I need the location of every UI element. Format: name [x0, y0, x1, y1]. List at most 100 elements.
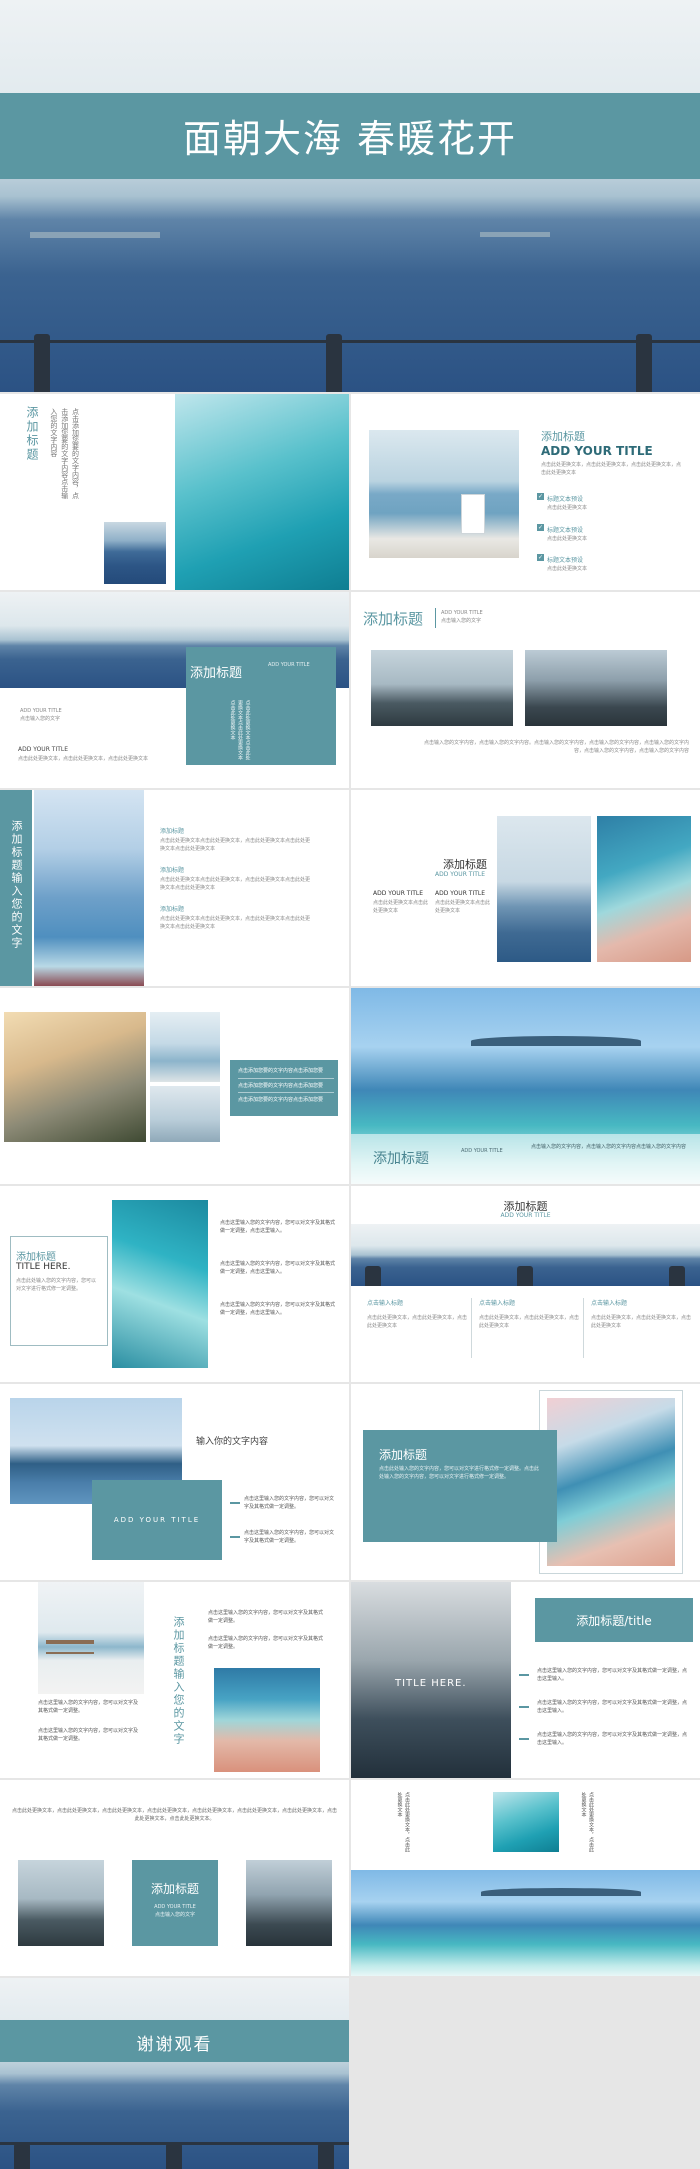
slide-5-sub1: ADD YOUR TITLE	[441, 610, 483, 616]
slide-3-item: ✓ 标题文本预设 点击此处更换文本	[537, 517, 687, 544]
slide-17: 点击此处更换文本，点击此处更换文本 点击此处更换文本，点击此处更换文本	[351, 1780, 700, 1976]
slide-14-vertical-title: 添加标题输入您的文字	[172, 1616, 185, 1746]
slide-7-col1-body: 点击此处更换文本点击此处更换文本	[373, 900, 429, 914]
cover-title: 面朝大海 春暖花开	[182, 117, 518, 161]
railing-post	[318, 2143, 334, 2169]
slide-11-col: 点击输入标题 点击此处更换文本，点击此处更换文本，点击此处更换文本	[591, 1298, 691, 1330]
railing	[0, 340, 700, 343]
slide-3-item-desc: 点击此处更换文本	[547, 566, 588, 572]
slide-9-body: 点击输入您的文字内容，点击输入您的文字内容点击输入您的文字内容	[531, 1144, 687, 1150]
slide-11-col: 点击输入标题 点击此处更换文本，点击此处更换文本，点击此处更换文本	[367, 1298, 467, 1330]
slide-16-photo-right	[246, 1860, 332, 1946]
slide-16-center-box	[132, 1860, 218, 1946]
slide-5-title: 添加标题	[363, 610, 424, 628]
slide-13-body: 点击此处输入您的文字内容，您可以对文字进行格式修一定调整。点击此处输入您的文字内…	[379, 1466, 540, 1480]
horizon-ship-2	[480, 232, 550, 237]
slide-10-list: 点击这里输入您的文字内容，您可以对文字及其格式做一定调整，点击这里输入。 点击这…	[220, 1220, 338, 1317]
slide-10-title-en: TITLE HERE.	[16, 1262, 71, 1272]
slide-5-photo-1	[371, 650, 513, 726]
slide-5-sub2: 点击输入您的文字	[441, 618, 482, 624]
check-icon: ✓	[537, 493, 544, 500]
slide-7-gull-photo	[497, 816, 591, 962]
end-slide: 谢谢观看	[0, 1978, 349, 2169]
slide-3-item: ✓ 标题文本预设 点击此处更换文本	[537, 547, 687, 574]
slide-15-item: 点击这里输入您的文字内容，您可以对文字及其格式做一定调整，点击这里输入。	[537, 1668, 688, 1682]
railing-post	[365, 1266, 381, 1286]
slide-11-sub: ADD YOUR TITLE	[500, 1212, 551, 1219]
slide-10-body: 点击此处输入您的文字内容，您可以对文字进行格式修一定调整。	[16, 1278, 97, 1292]
slide-12-item: 点击这里输入您的文字内容，您可以对文字及其格式做一定调整。	[244, 1530, 335, 1544]
slide-4-sub: ADD YOUR TITLE	[268, 662, 310, 668]
slide-5: 添加标题 ADD YOUR TITLE 点击输入您的文字 点击输入您的文字内容，…	[351, 592, 700, 788]
cover-sea-photo	[0, 0, 700, 392]
slide-6: 添加标题输入您的文字 添加标题 点击此处更换文本点击此处更换文本，点击此处更换文…	[0, 790, 349, 986]
slide-15-title: 添加标题/title	[576, 1614, 652, 1628]
slide-3-title-cn: 添加标题	[541, 430, 585, 443]
slide-16-title: 添加标题	[150, 1882, 199, 1896]
slide-17-wave-photo	[351, 1870, 700, 1976]
slide-16: 点击此处更换文本，点击此处更换文本，点击此处更换文本，点击此处更换文本，点击此处…	[0, 1780, 349, 1976]
railing-post	[636, 334, 652, 392]
slide-12-heading: 输入你的文字内容	[196, 1437, 269, 1447]
slide-7-col2-title: ADD YOUR TITLE	[435, 890, 486, 897]
slide-11-col-body: 点击此处更换文本，点击此处更换文本，点击此处更换文本	[367, 1315, 468, 1329]
slide-17-mountain	[481, 1888, 641, 1896]
slide-3-chair	[461, 494, 485, 534]
slide-3-item-label: 标题文本预设	[547, 496, 584, 503]
railing-post	[34, 334, 50, 392]
empty-slot	[351, 1978, 700, 2169]
slide-16-top-text: 点击此处更换文本，点击此处更换文本，点击此处更换文本，点击此处更换文本，点击此处…	[11, 1808, 337, 1822]
slide-17-right-vertical: 点击此处更换文本，点击此处更换文本	[580, 1792, 595, 1852]
slide-8-line: 点击添加您要的文字内容点击添加您要	[238, 1097, 324, 1103]
cover-slide: 面朝大海 春暖花开	[0, 0, 700, 392]
slide-14-top-item: 点击这里输入您的文字内容，您可以对文字及其格式做一定调整。	[208, 1610, 324, 1624]
slide-9: 添加标题 ADD YOUR TITLE 点击输入您的文字内容，点击输入您的文字内…	[351, 988, 700, 1184]
slide-6-list: 添加标题 点击此处更换文本点击此处更换文本，点击此处更换文本点击此处更换文本点击…	[160, 826, 310, 931]
slide-12-item: 点击这里输入您的文字内容，您可以对文字及其格式做一定调整。	[244, 1496, 335, 1510]
slide-3: 添加标题 ADD YOUR TITLE 点击此处更换文本，点击此处更换文本，点击…	[351, 394, 700, 590]
slide-2: 添加标题 点击添加您要的文字内容，点击添加您要的文字内容点击输入您的文字内容	[0, 394, 349, 590]
slide-12-bullet-line	[230, 1502, 240, 1504]
slide-12-box-text: ADD YOUR TITLE	[113, 1516, 201, 1524]
slide-14-left-item: 点击这里输入您的文字内容，您可以对文字及其格式做一定调整。	[38, 1700, 139, 1714]
slide-8-gull-photo	[150, 1086, 220, 1142]
slide-8-line: 点击添加您要的文字内容点击添加您要	[238, 1083, 334, 1093]
slide-6-item-title: 添加标题	[160, 867, 185, 874]
slide-3-item-desc: 点击此处更换文本	[547, 505, 588, 511]
slide-15-item: 点击这里输入您的文字内容，您可以对文字及其格式做一定调整，点击这里输入。	[537, 1700, 688, 1714]
slide-3-item-desc: 点击此处更换文本	[547, 535, 588, 542]
slide-8-lifeguard-photo	[150, 1012, 220, 1082]
slide-5-divider	[435, 608, 436, 628]
slide-11-col-title: 点击输入标题	[591, 1300, 628, 1307]
slide-11-col-divider	[471, 1298, 472, 1358]
railing-post	[166, 2143, 182, 2169]
slide-15: TITLE HERE. 添加标题/title 点击这里输入您的文字内容，您可以对…	[351, 1582, 700, 1778]
slide-10-aerial-photo	[112, 1200, 208, 1368]
slide-10-title-cn: 添加标题	[16, 1252, 56, 1263]
slide-11-col-title: 点击输入标题	[367, 1300, 404, 1307]
slide-16-sub2: 点击输入您的文字	[154, 1912, 195, 1918]
slide-3-title-en: ADD YOUR TITLE	[541, 444, 653, 458]
end-title: 谢谢观看	[136, 2035, 213, 2055]
slide-6-item-body: 点击此处更换文本点击此处更换文本，点击此处更换文本点击此处更换文本点击此处更换文…	[160, 877, 311, 891]
railing-post	[14, 2143, 30, 2169]
slide-15-bullet-line	[519, 1706, 529, 1708]
slide-9-sub: ADD YOUR TITLE	[461, 1148, 503, 1154]
slide-7-sub: ADD YOUR TITLE	[435, 871, 486, 878]
slide-4-left-en: ADD YOUR TITLE	[20, 708, 62, 714]
slide-11-col-body: 点击此处更换文本，点击此处更换文本，点击此处更换文本	[591, 1315, 692, 1329]
slide-8: 点击添加您要的文字内容点击添加您要 点击添加您要的文字内容点击添加您要 点击添加…	[0, 988, 349, 1184]
horizon-ship	[30, 232, 160, 238]
railing-post	[326, 334, 342, 392]
slide-6-vertical-title: 添加标题输入您的文字	[10, 820, 23, 950]
slide-2-body: 点击添加您要的文字内容，点击添加您要的文字内容点击输入您的文字内容	[49, 408, 80, 499]
check-icon: ✓	[537, 554, 544, 561]
slide-3-item: ✓ 标题文本预设 点击此处更换文本	[537, 486, 687, 513]
slide-14-bench	[46, 1640, 94, 1654]
slide-15-bullet-line	[519, 1674, 529, 1676]
slide-14-top-item: 点击这里输入您的文字内容，您可以对文字及其格式做一定调整。	[208, 1636, 324, 1650]
slide-7: 添加标题 ADD YOUR TITLE ADD YOUR TITLE 点击此处更…	[351, 790, 700, 986]
slide-5-body: 点击输入您的文字内容，点击输入您的文字内容。点击输入您的文字内容，点击输入您的文…	[423, 740, 689, 754]
slide-16-sub1: ADD YOUR TITLE	[154, 1904, 196, 1910]
slide-6-photo	[34, 790, 144, 986]
